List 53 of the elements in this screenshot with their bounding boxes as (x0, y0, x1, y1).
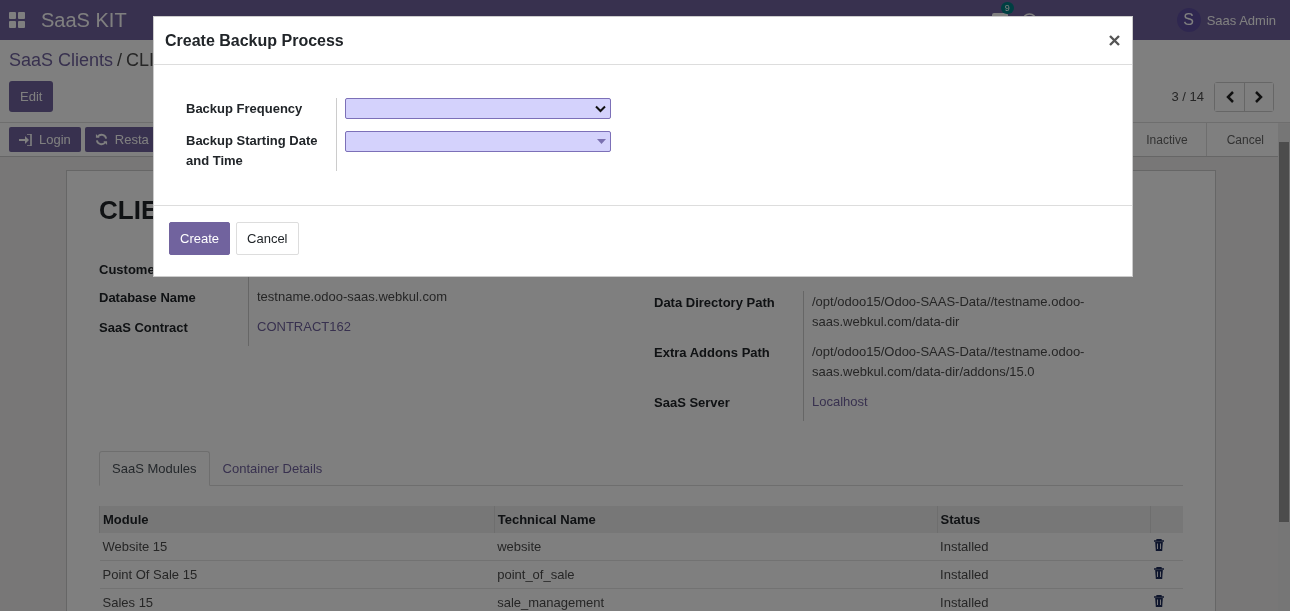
tab[interactable]: Container Details (209, 451, 336, 486)
chevron-right-icon (1254, 90, 1264, 103)
user-avatar[interactable]: S (1176, 8, 1201, 32)
apps-grid-icon[interactable] (9, 12, 25, 28)
cancel-button[interactable]: Cancel (236, 222, 299, 255)
field-value[interactable]: CONTRACT162 (249, 313, 542, 346)
trash-icon[interactable] (1153, 595, 1164, 607)
trash-icon[interactable] (1153, 567, 1164, 579)
field-label: Database Name (99, 286, 249, 316)
table-cell: Installed (937, 588, 1151, 611)
field-label: Backup Starting Date and Time (186, 132, 319, 170)
login-icon (19, 133, 32, 146)
message-count: 9 (1000, 1, 1014, 14)
field-value[interactable]: Localhost (804, 388, 1097, 421)
create-button[interactable]: Create (169, 222, 231, 255)
field-value: /opt/odoo15/Odoo-SAAS-Data//testname.odoo-saas.webkul.com/data-dir/addons/15.0 (811, 343, 1086, 381)
caret-down-icon (597, 139, 606, 144)
breadcrumb-current[interactable]: CLI (126, 50, 155, 71)
table-cell: Point Of Sale 15 (99, 560, 495, 589)
action-button[interactable]: Login (9, 127, 81, 152)
chevron-left-icon (1224, 90, 1235, 103)
app-name: SaaS KIT (41, 8, 127, 32)
frequency-select[interactable] (345, 98, 611, 119)
table-cell: Installed (937, 560, 1151, 589)
column-header[interactable]: Technical Name (494, 506, 938, 533)
table-cell: website (494, 533, 938, 561)
field-value: testname.odoo-saas.webkul.com (256, 288, 449, 306)
dialog-title: Create Backup Process (165, 31, 344, 50)
trash-icon[interactable] (1153, 539, 1164, 551)
field-label: SaaS Server (654, 391, 804, 421)
field-label: SaaS Contract (99, 316, 249, 346)
field-value: /opt/odoo15/Odoo-SAAS-Data//testname.odoo-saas.webkul.com/data-dir (811, 293, 1086, 331)
table-cell: sale_management (494, 588, 938, 611)
chevron-down-icon (595, 104, 606, 113)
column-header[interactable]: Module (99, 506, 495, 533)
column-header[interactable]: Status (937, 506, 1151, 533)
breadcrumb-link[interactable]: SaaS Clients (9, 50, 114, 71)
field-label: Data Directory Path (654, 291, 804, 341)
table-cell: Installed (937, 533, 1151, 561)
field-label: Backup Frequency (186, 100, 304, 118)
field-label: Extra Addons Path (654, 341, 804, 391)
datetime-field[interactable] (345, 131, 611, 152)
table-cell: point_of_sale (494, 560, 938, 589)
refresh-icon (94, 133, 108, 146)
close-icon[interactable] (1109, 35, 1120, 46)
tab[interactable]: SaaS Modules (99, 451, 210, 486)
user-name[interactable]: Saas Admin (1206, 12, 1276, 28)
breadcrumb-separator: / (117, 50, 123, 71)
edit-button[interactable]: Edit (9, 81, 54, 112)
next-button[interactable] (1244, 82, 1273, 111)
pager-counter: 3 / 14 (1171, 89, 1204, 104)
table-cell: Website 15 (99, 533, 495, 561)
table-cell: Sales 15 (99, 588, 495, 611)
